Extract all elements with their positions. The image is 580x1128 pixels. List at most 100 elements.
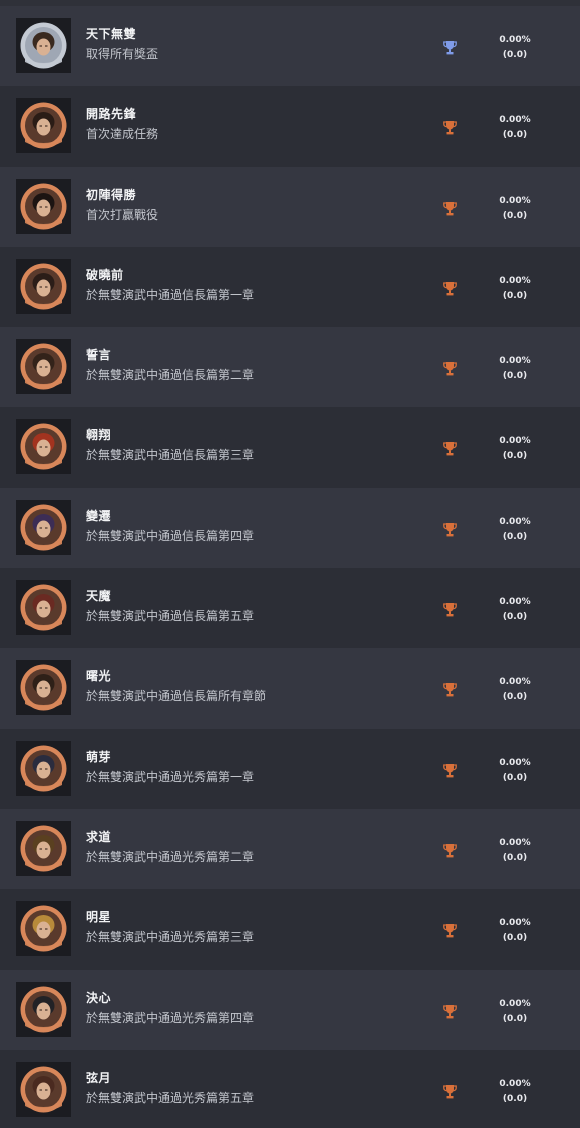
rarity-count: (0.0) xyxy=(502,852,528,863)
rarity-percent: 0.00% xyxy=(499,837,531,848)
trophy-description: 於無雙演武中通過光秀篇第二章 xyxy=(86,849,255,864)
trophy-title: 求道 xyxy=(86,829,112,844)
trophy-title: 弦月 xyxy=(86,1070,112,1085)
rarity-count: (0.0) xyxy=(502,612,528,623)
trophy-title: 天下無雙 xyxy=(86,27,137,41)
bronze-trophy-icon xyxy=(443,1004,457,1019)
trophy-rarity: 0.00% (0.0) xyxy=(490,354,540,384)
trophy-badge-image xyxy=(16,981,71,1037)
rarity-count: (0.0) xyxy=(502,451,528,462)
trophy-badge-image xyxy=(16,660,71,716)
trophy-row[interactable]: 萌芽 於無雙演武中通過光秀篇第一章 0.00% (0.0) xyxy=(0,728,580,809)
trophy-rarity: 0.00% (0.0) xyxy=(490,515,540,545)
trophy-title: 開路先鋒 xyxy=(86,107,137,122)
trophy-description: 於無雙演武中通過光秀篇第一章 xyxy=(86,769,255,784)
trophy-description: 首次打贏戰役 xyxy=(86,207,159,222)
rarity-percent: 0.00% xyxy=(499,275,531,286)
rarity-count: (0.0) xyxy=(502,933,528,944)
trophy-rarity: 0.00% (0.0) xyxy=(490,1077,540,1107)
trophy-rarity: 0.00% (0.0) xyxy=(490,33,540,63)
trophy-description: 於無雙演武中通過信長篇第五章 xyxy=(86,609,255,624)
trophy-row[interactable]: 天下無雙取得所有獎盃 0.00% (0.0) xyxy=(0,6,580,87)
trophy-description: 於無雙演武中通過信長篇第四章 xyxy=(86,528,255,543)
bronze-trophy-icon xyxy=(443,281,457,296)
trophy-rarity: 0.00% (0.0) xyxy=(490,113,540,143)
bronze-trophy-icon xyxy=(443,763,457,778)
trophy-list: 天下無雙 取得所有獎盃 0.00% (0.0) 開路先鋒 首次達成任務 0.00% (0.0)… xyxy=(0,6,580,1128)
bronze-trophy-icon xyxy=(443,522,457,537)
trophy-rarity: 0.00% (0.0) xyxy=(490,675,540,705)
rarity-count: (0.0) xyxy=(502,210,528,221)
trophy-badge-image xyxy=(16,1061,71,1117)
rarity-count: (0.0) xyxy=(502,371,528,382)
trophy-row[interactable]: 破曉前 於無雙演武中通過信長篇第一章 0.00% (0.0) xyxy=(0,246,580,328)
rarity-percent: 0.00% xyxy=(499,677,531,688)
trophy-row[interactable]: 誓言於無雙演武中通過信長篇第二章 0.00% (0.0) xyxy=(0,327,580,408)
trophy-badge-image xyxy=(16,499,71,555)
trophy-badge-image xyxy=(16,820,71,876)
rarity-count: (0.0) xyxy=(502,50,528,60)
trophy-rarity: 0.00% (0.0) xyxy=(490,916,540,946)
trophy-row[interactable]: 曙光 於無雙演武中通過信長篇所有章節 0.00% (0.0) xyxy=(0,648,580,729)
trophy-title: 誓言 xyxy=(86,348,112,363)
trophy-rarity: 0.00% (0.0) xyxy=(490,836,540,866)
trophy-rarity: 0.00% (0.0) xyxy=(490,997,540,1027)
trophy-badge-image xyxy=(16,178,71,234)
trophy-badge-image xyxy=(16,258,71,314)
rarity-percent: 0.00% xyxy=(499,757,531,768)
bronze-trophy-icon xyxy=(443,361,457,376)
trophy-description: 取得所有獎盃 xyxy=(86,47,159,61)
trophy-rarity: 0.00% (0.0) xyxy=(490,434,540,464)
trophy-title: 明星 xyxy=(86,910,112,925)
platinum-trophy-icon xyxy=(443,40,457,55)
bronze-trophy-icon xyxy=(443,441,457,456)
trophy-rarity: 0.00% (0.0) xyxy=(490,595,540,625)
trophy-badge-image xyxy=(16,580,71,636)
rarity-percent: 0.00% xyxy=(499,597,531,608)
rarity-percent: 0.00% xyxy=(499,115,531,126)
rarity-percent: 0.00% xyxy=(499,998,531,1009)
trophy-description: 於無雙演武中通過信長篇第二章 xyxy=(86,368,255,383)
bronze-trophy-icon xyxy=(443,602,457,617)
trophy-row[interactable]: 求道於無雙演武中通過光秀篇第二章 0.00% (0.0) xyxy=(0,808,580,890)
bronze-trophy-icon xyxy=(443,682,457,697)
rarity-percent: 0.00% xyxy=(499,436,531,447)
rarity-count: (0.0) xyxy=(502,692,528,703)
trophy-rarity: 0.00% (0.0) xyxy=(490,274,540,304)
rarity-count: (0.0) xyxy=(502,1013,528,1024)
trophy-title: 曙光 xyxy=(86,669,112,684)
trophy-badge-image xyxy=(16,339,71,395)
trophy-description: 於無雙演武中通過光秀篇第五章 xyxy=(86,1090,255,1105)
trophy-row[interactable]: 決心於無雙演武中通過光秀篇第四章 0.00% (0.0) xyxy=(0,969,580,1050)
trophy-title: 初陣得勝 xyxy=(86,187,137,202)
bronze-trophy-icon xyxy=(443,120,457,135)
trophy-row[interactable]: 變遷於無雙演武中通過信長篇第四章 0.00% (0.0) xyxy=(0,487,580,569)
trophy-title: 決心 xyxy=(86,990,112,1005)
trophy-description: 於無雙演武中通過光秀篇第三章 xyxy=(86,930,255,945)
trophy-title: 變遷 xyxy=(86,508,112,523)
bronze-trophy-icon xyxy=(443,843,457,858)
trophy-description: 於無雙演武中通過光秀篇第四章 xyxy=(86,1010,255,1025)
trophy-title: 破曉前 xyxy=(86,267,124,282)
rarity-count: (0.0) xyxy=(502,290,528,301)
rarity-percent: 0.00% xyxy=(499,516,531,527)
trophy-description: 於無雙演武中通過信長篇第三章 xyxy=(86,448,255,463)
bronze-trophy-icon xyxy=(443,1084,457,1099)
trophy-row[interactable]: 明星於無雙演武中通過光秀篇第三章 0.00% (0.0) xyxy=(0,889,580,970)
trophy-description: 首次達成任務 xyxy=(86,127,159,142)
trophy-title: 萌芽 xyxy=(86,749,112,764)
trophy-row[interactable]: 弦月於無雙演武中通過光秀篇第五章 0.00% (0.0) xyxy=(0,1049,580,1128)
trophy-rarity: 0.00% (0.0) xyxy=(490,194,540,224)
rarity-count: (0.0) xyxy=(502,130,528,141)
trophy-row[interactable]: 開路先鋒首次達成任務 0.00% (0.0) xyxy=(0,86,580,167)
trophy-badge-image xyxy=(16,419,71,475)
trophy-title: 翱翔 xyxy=(86,428,112,443)
trophy-row[interactable]: 翱翔於無雙演武中通過信長篇第三章 0.00% (0.0) xyxy=(0,407,580,488)
trophy-badge-image xyxy=(16,98,71,154)
trophy-badge-image xyxy=(16,901,71,957)
trophy-badge-image xyxy=(16,18,71,73)
rarity-percent: 0.00% xyxy=(499,195,531,206)
trophy-row[interactable]: 天魔 於無雙演武中通過信長篇第五章 0.00% (0.0) xyxy=(0,568,580,649)
rarity-percent: 0.00% xyxy=(499,1078,531,1089)
trophy-row[interactable]: 初陣得勝首次打贏戰役 0.00% (0.0) xyxy=(0,166,580,247)
